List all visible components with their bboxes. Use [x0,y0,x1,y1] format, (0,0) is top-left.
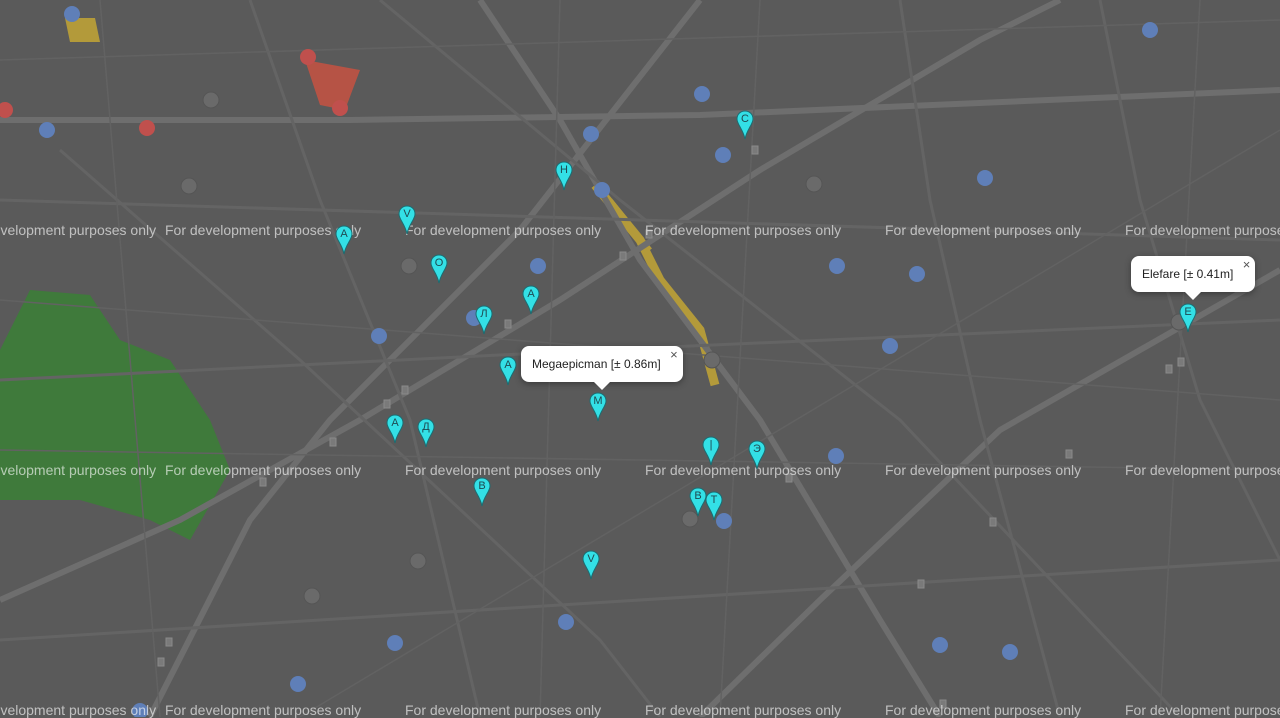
poi-icon [387,635,403,651]
poi-icon [132,703,148,717]
map-canvas[interactable]: For development purposes onlyFor develop… [0,0,1280,718]
poi-icon [694,86,710,102]
poi-icon [0,102,13,118]
poi-icon [180,177,198,195]
info-window-text: Elefare [± 0.41m] [1142,267,1234,281]
poi-icon [715,147,731,163]
poi-icon [139,120,155,136]
marker-label: С [741,113,749,125]
poi-icon [400,257,418,275]
map-marker[interactable]: E [1179,303,1197,333]
map-marker[interactable]: О [430,254,448,284]
poi-icon [303,587,321,605]
info-window-megaepicman: Megaepicman [± 0.86m] × [521,346,683,390]
poi-icon [828,448,844,464]
map-marker[interactable]: | [702,436,720,466]
map-marker[interactable]: Л [475,305,493,335]
poi-icon [290,676,306,692]
marker-label: E [1184,306,1192,318]
poi-icon [594,182,610,198]
marker-label: А [527,288,535,300]
poi-icon [300,49,316,65]
poi-icon [703,351,721,369]
poi-icon [202,91,220,109]
poi-icon [805,175,823,193]
map-marker[interactable]: V [398,205,416,235]
poi-icon [409,552,427,570]
park-area [0,290,230,540]
marker-label: Д [422,421,430,433]
poi-icon [932,637,948,653]
marker-label: Л [480,308,488,320]
map-marker[interactable]: Д [417,418,435,448]
poi-icon [1002,644,1018,660]
poi-icon [39,122,55,138]
marker-label: V [587,553,595,565]
marker-label: V [403,208,411,220]
poi-icon [1142,22,1158,38]
marker-label: О [434,257,444,269]
map-marker[interactable]: В [473,477,491,507]
map-marker[interactable]: А [386,414,404,444]
marker-label: Э [753,443,761,455]
poi-icon [882,338,898,354]
map-marker[interactable]: Н [555,161,573,191]
poi-icon [977,170,993,186]
hospital-area [305,60,360,110]
marker-label: А [391,417,399,429]
poi-icon [332,100,348,116]
poi-icon [829,258,845,274]
poi-icon [909,266,925,282]
poi-icon [371,328,387,344]
poi-icon [530,258,546,274]
marker-label: А [504,359,512,371]
close-icon[interactable]: × [1243,247,1251,283]
info-window-text: Megaepicman [± 0.86m] [532,357,661,371]
map-marker[interactable]: Э [748,440,766,470]
map-marker[interactable]: А [522,285,540,315]
close-icon[interactable]: × [670,337,678,373]
map-marker[interactable]: V [582,550,600,580]
marker-label: Т [710,494,718,506]
info-window-elefare: Elefare [± 0.41m] × [1131,256,1256,300]
marker-label: Н [560,164,568,176]
marker-label: В [478,480,486,492]
map-marker[interactable]: А [335,225,353,255]
marker-label: А [340,228,348,240]
map-marker[interactable]: С [736,110,754,140]
map-marker[interactable]: М [589,392,607,422]
poi-icon [64,6,80,22]
poi-icon [583,126,599,142]
map-marker[interactable]: А [499,356,517,386]
map-marker[interactable]: Т [705,491,723,521]
poi-icon [558,614,574,630]
marker-label: | [709,439,713,451]
marker-label: М [593,395,603,407]
